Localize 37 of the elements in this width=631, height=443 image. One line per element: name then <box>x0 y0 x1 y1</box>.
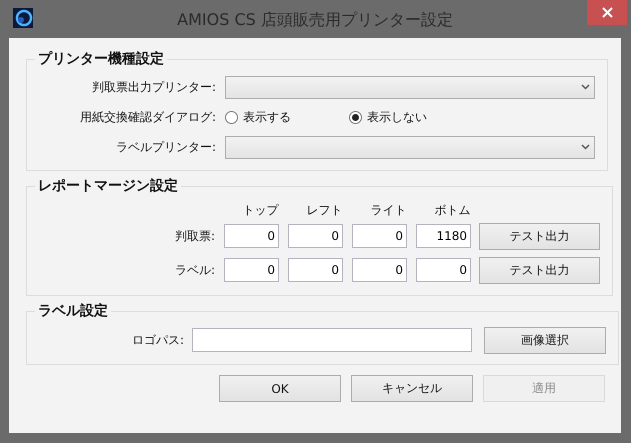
margin-input[interactable]: 0 <box>352 224 407 248</box>
margin-input[interactable]: 0 <box>288 258 343 282</box>
margin-input[interactable]: 0 <box>224 224 279 248</box>
select-image-button[interactable]: 画像選択 <box>484 326 606 354</box>
dialog-button[interactable]: キャンセル <box>351 375 473 402</box>
printer-dropdown[interactable] <box>225 136 595 158</box>
margin-input[interactable]: 1180 <box>416 224 471 248</box>
test-print-button[interactable]: テスト出力 <box>479 222 600 250</box>
margin-input[interactable]: 0 <box>224 258 279 282</box>
column-header: トップ <box>242 202 280 219</box>
field-label: 判取票出力プリンター: <box>90 78 216 96</box>
group-title: レポートマージン設定 <box>37 177 179 195</box>
row-label: ラベル: <box>174 262 215 278</box>
margin-input[interactable]: 0 <box>352 258 407 282</box>
dropdown-chevron-icon <box>581 84 590 90</box>
field-label: 用紙交換確認ダイアログ: <box>78 108 216 126</box>
radio-option[interactable]: 表示する <box>225 108 340 126</box>
test-print-button[interactable]: テスト出力 <box>479 256 600 284</box>
margin-input[interactable]: 0 <box>416 258 471 282</box>
dialog-button[interactable]: OK <box>219 375 341 402</box>
close-icon <box>602 7 612 18</box>
field-label: ロゴパス: <box>130 332 184 348</box>
column-header: ボトム <box>434 202 472 219</box>
logo-path-input[interactable] <box>192 328 472 352</box>
dropdown-chevron-icon <box>581 144 590 150</box>
group-title: ラベル設定 <box>37 302 109 320</box>
close-button[interactable] <box>587 0 627 25</box>
app-icon <box>13 8 33 28</box>
printer-dropdown[interactable] <box>225 76 595 98</box>
group-title: プリンター機種設定 <box>37 50 165 68</box>
radio-option[interactable]: 表示しない <box>349 108 464 126</box>
margin-input[interactable]: 0 <box>288 224 343 248</box>
row-label: 判取票: <box>174 228 215 244</box>
field-label: ラベルプリンター: <box>114 138 216 156</box>
column-header: ライト <box>370 202 408 219</box>
column-header: レフト <box>306 202 344 219</box>
window-title: AMIOS CS 店頭販売用プリンター設定 <box>177 10 453 29</box>
